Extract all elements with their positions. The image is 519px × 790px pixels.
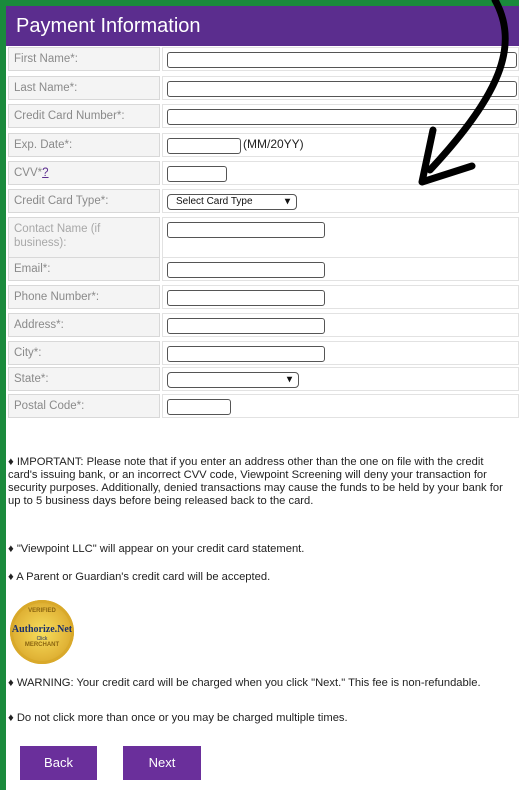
row-address: Address*: bbox=[8, 313, 519, 337]
authorize-net-seal[interactable]: VERIFIED Authorize.Net Click MERCHANT bbox=[10, 600, 74, 664]
row-phone: Phone Number*: bbox=[8, 285, 519, 309]
label-first-name: First Name*: bbox=[8, 47, 160, 71]
arrow-annotation-icon bbox=[418, 0, 509, 186]
chevron-down-icon: ▾ bbox=[286, 374, 292, 385]
exp-date-format-hint: (MM/20YY) bbox=[243, 137, 304, 151]
notice-important: ♦ IMPORTANT: Please note that if you ent… bbox=[8, 456, 503, 507]
back-button[interactable]: Back bbox=[20, 746, 97, 780]
email-input[interactable] bbox=[167, 262, 325, 278]
row-city: City*: bbox=[8, 341, 519, 365]
notice-warning: ♦ WARNING: Your credit card will be char… bbox=[8, 677, 481, 689]
label-postal: Postal Code*: bbox=[8, 394, 160, 418]
notice-guardian: ♦ A Parent or Guardian's credit card wil… bbox=[8, 571, 271, 583]
label-city: City*: bbox=[8, 341, 160, 365]
card-type-selected-value: Select Card Type bbox=[176, 196, 253, 207]
card-type-select[interactable]: Select Card Type ▾ bbox=[167, 194, 297, 210]
row-state: State*: ▾ bbox=[8, 367, 519, 391]
postal-input[interactable] bbox=[167, 399, 231, 415]
phone-input[interactable] bbox=[167, 290, 325, 306]
label-last-name: Last Name*: bbox=[8, 76, 160, 100]
row-email: Email*: bbox=[8, 257, 519, 281]
chevron-down-icon: ▾ bbox=[284, 196, 290, 207]
label-state: State*: bbox=[8, 367, 160, 391]
seal-top-text: VERIFIED bbox=[28, 608, 56, 614]
label-card-number: Credit Card Number*: bbox=[8, 104, 160, 128]
label-exp-date: Exp. Date*: bbox=[8, 133, 160, 157]
row-contact-name: Contact Name (if business): bbox=[8, 217, 519, 259]
cvv-input[interactable] bbox=[167, 166, 227, 182]
exp-date-input[interactable] bbox=[167, 138, 241, 154]
label-email: Email*: bbox=[8, 257, 160, 281]
row-postal: Postal Code*: bbox=[8, 394, 519, 418]
section-title: Payment Information bbox=[16, 15, 201, 37]
cvv-label-text: CVV* bbox=[14, 167, 43, 179]
label-phone: Phone Number*: bbox=[8, 285, 160, 309]
city-input[interactable] bbox=[167, 346, 325, 362]
address-input[interactable] bbox=[167, 318, 325, 334]
seal-name-text: Authorize.Net bbox=[11, 624, 73, 635]
label-address: Address*: bbox=[8, 313, 160, 337]
notice-statement: ♦ "Viewpoint LLC" will appear on your cr… bbox=[8, 543, 305, 555]
next-button[interactable]: Next bbox=[123, 746, 201, 780]
seal-bottom-text: MERCHANT bbox=[24, 642, 60, 648]
contact-name-input[interactable] bbox=[167, 222, 325, 238]
label-card-type: Credit Card Type*: bbox=[8, 189, 160, 213]
cvv-help-link[interactable]: ? bbox=[42, 167, 48, 179]
state-select[interactable]: ▾ bbox=[167, 372, 299, 388]
label-contact-name: Contact Name (if business): bbox=[8, 217, 160, 259]
notice-multiple-clicks: ♦ Do not click more than once or you may… bbox=[8, 712, 348, 724]
label-cvv: CVV*? bbox=[8, 161, 160, 185]
